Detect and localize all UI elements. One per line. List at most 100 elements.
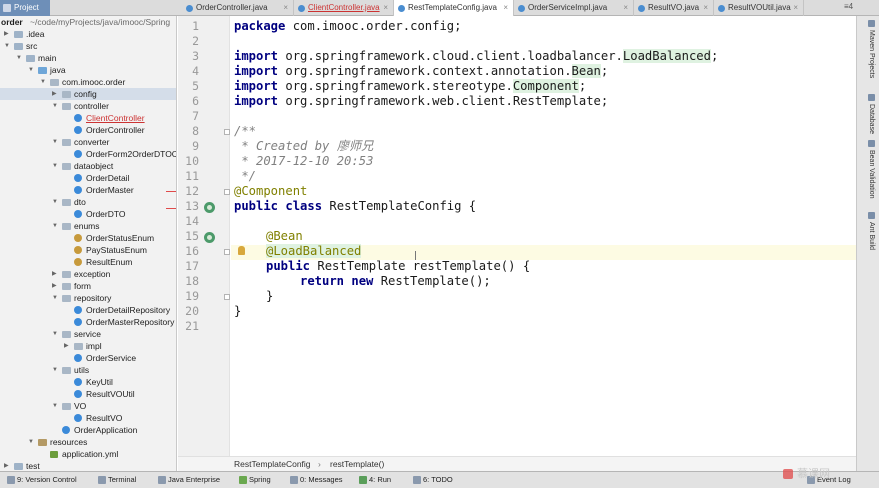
tree-item[interactable]: ▼ repository <box>0 292 176 304</box>
tree-item[interactable]: ▼ main <box>0 52 176 64</box>
tree-item[interactable]: ▼ converter <box>0 136 176 148</box>
tree-item[interactable]: ▼ dto <box>0 196 176 208</box>
tree-item[interactable]: OrderForm2OrderDTOConverter <box>0 148 176 160</box>
tab-result-vo[interactable]: ResultVO.java × <box>634 0 714 16</box>
tool-bean-validation[interactable]: Bean Validation <box>861 140 875 199</box>
tool-spring[interactable]: Spring <box>238 472 271 488</box>
tool-version-control[interactable]: 9: Version Control <box>6 472 77 488</box>
close-icon[interactable]: × <box>383 0 388 16</box>
tree-item[interactable]: ▼ src <box>0 40 176 52</box>
chevron-down-icon[interactable]: ▼ <box>52 100 60 112</box>
close-icon[interactable]: × <box>623 0 628 16</box>
close-icon[interactable]: × <box>503 0 508 16</box>
tree-item[interactable]: ▼ com.imooc.order <box>0 76 176 88</box>
chevron-down-icon[interactable]: ▼ <box>16 52 24 64</box>
tab-order-controller[interactable]: OrderController.java × <box>182 0 294 16</box>
tree-item[interactable]: ▼ java <box>0 64 176 76</box>
tree-item-label: .idea <box>26 29 45 39</box>
chevron-down-icon[interactable]: ▼ <box>28 436 36 448</box>
tree-item[interactable]: OrderController <box>0 124 176 136</box>
tree-item[interactable]: OrderMasterRepository <box>0 316 176 328</box>
fold-marker-icon[interactable] <box>224 129 230 135</box>
chevron-down-icon[interactable]: ▼ <box>52 292 60 304</box>
tree-item[interactable]: ClientController <box>0 112 176 124</box>
tree-item[interactable]: OrderStatusEnum <box>0 232 176 244</box>
chevron-down-icon[interactable]: ▼ <box>52 364 60 376</box>
tree-item-label: repository <box>74 293 112 303</box>
project-tool-tab[interactable]: Project <box>0 0 50 16</box>
chevron-down-icon[interactable]: ▼ <box>52 196 60 208</box>
tree-item[interactable]: ▼ dataobject <box>0 160 176 172</box>
chevron-right-icon[interactable]: ▶ <box>64 340 72 352</box>
tree-item[interactable]: ResultVOUtil <box>0 388 176 400</box>
fold-marker-icon[interactable] <box>224 294 230 300</box>
tree-item[interactable]: ▼ utils <box>0 364 176 376</box>
tree-item[interactable]: OrderMaster <box>0 184 176 196</box>
breadcrumb-class[interactable]: RestTemplateConfig <box>234 457 311 471</box>
chevron-right-icon[interactable]: ▶ <box>4 460 12 471</box>
tree-item[interactable]: ▶ impl <box>0 340 176 352</box>
tool-run[interactable]: 4: Run <box>358 472 391 488</box>
tree-item[interactable]: ▶ .idea <box>0 28 176 40</box>
tree-item[interactable]: ▼ controller <box>0 100 176 112</box>
chevron-down-icon[interactable]: ▼ <box>28 64 36 76</box>
chevron-down-icon[interactable]: ▼ <box>40 76 48 88</box>
class-icon <box>74 354 82 362</box>
close-icon[interactable]: × <box>793 0 798 16</box>
tree-item[interactable]: ▼ resources <box>0 436 176 448</box>
line-number: 17 <box>185 259 199 273</box>
close-icon[interactable]: × <box>703 0 708 16</box>
chevron-down-icon[interactable]: ▼ <box>52 160 60 172</box>
tool-messages[interactable]: 0: Messages <box>289 472 343 488</box>
tree-item-label: ClientController <box>86 113 145 123</box>
spring-bean-gutter-icon[interactable] <box>204 232 215 243</box>
chevron-down-icon[interactable]: ▼ <box>52 400 60 412</box>
tab-rest-template-config[interactable]: RestTemplateConfig.java × <box>394 0 514 16</box>
tool-maven-projects[interactable]: Maven Projects <box>861 20 875 78</box>
tree-item[interactable]: OrderService <box>0 352 176 364</box>
tab-overflow-button[interactable]: ≡4 <box>844 2 858 14</box>
tool-todo[interactable]: 6: TODO <box>412 472 453 488</box>
tree-item[interactable]: OrderDetail <box>0 172 176 184</box>
tree-root[interactable]: order ~/code/myProjects/java/imooc/Sprin… <box>0 16 176 28</box>
tab-label: ResultVOUtil.java <box>728 3 791 12</box>
tool-terminal[interactable]: Terminal <box>97 472 136 488</box>
tree-item[interactable]: application.yml <box>0 448 176 460</box>
tab-order-service-impl[interactable]: OrderServiceImpl.java × <box>514 0 634 16</box>
chevron-right-icon[interactable]: ▶ <box>4 28 12 40</box>
tree-item[interactable]: ▼ service <box>0 328 176 340</box>
breadcrumb-method[interactable]: restTemplate() <box>330 457 384 471</box>
chevron-right-icon[interactable]: ▶ <box>52 268 60 280</box>
code-line-4: import org.springframework.context.annot… <box>234 64 609 78</box>
tree-item[interactable]: ResultEnum <box>0 256 176 268</box>
tree-item[interactable]: ▶ form <box>0 280 176 292</box>
tree-item[interactable]: ▼ VO <box>0 400 176 412</box>
lightbulb-icon[interactable] <box>238 246 245 255</box>
chevron-right-icon[interactable]: ▶ <box>52 280 60 292</box>
tree-item[interactable]: OrderDTO <box>0 208 176 220</box>
tree-item[interactable]: OrderDetailRepository <box>0 304 176 316</box>
chevron-down-icon[interactable]: ▼ <box>4 40 12 52</box>
tree-item[interactable]: ▶ exception <box>0 268 176 280</box>
chevron-down-icon[interactable]: ▼ <box>52 328 60 340</box>
chevron-down-icon[interactable]: ▼ <box>52 136 60 148</box>
tree-item[interactable]: ▶ test <box>0 460 176 471</box>
tool-java-enterprise[interactable]: Java Enterprise <box>157 472 220 488</box>
tree-item[interactable]: PayStatusEnum <box>0 244 176 256</box>
close-icon[interactable]: × <box>283 0 288 16</box>
tab-client-controller[interactable]: ClientController.java × <box>294 0 394 16</box>
tool-database[interactable]: Database <box>861 94 875 134</box>
tree-item[interactable]: KeyUtil <box>0 376 176 388</box>
tree-item[interactable]: ResultVO <box>0 412 176 424</box>
fold-marker-icon[interactable] <box>224 189 230 195</box>
tree-item[interactable]: ▶ config <box>0 88 176 100</box>
fold-marker-icon[interactable] <box>224 249 230 255</box>
chevron-right-icon[interactable]: ▶ <box>52 88 60 100</box>
tab-result-vo-util[interactable]: ResultVOUtil.java × <box>714 0 804 16</box>
tool-ant-build[interactable]: Ant Build <box>861 212 875 250</box>
chevron-down-icon[interactable]: ▼ <box>52 220 60 232</box>
spring-bean-gutter-icon[interactable] <box>204 202 215 213</box>
code-editor[interactable]: 1 2 3 4 5 6 7 8 9 10 11 12 13 14 15 16 17 18 19 20 21 packag… <box>178 16 856 456</box>
tree-item[interactable]: OrderApplication <box>0 424 176 436</box>
tree-item[interactable]: ▼ enums <box>0 220 176 232</box>
